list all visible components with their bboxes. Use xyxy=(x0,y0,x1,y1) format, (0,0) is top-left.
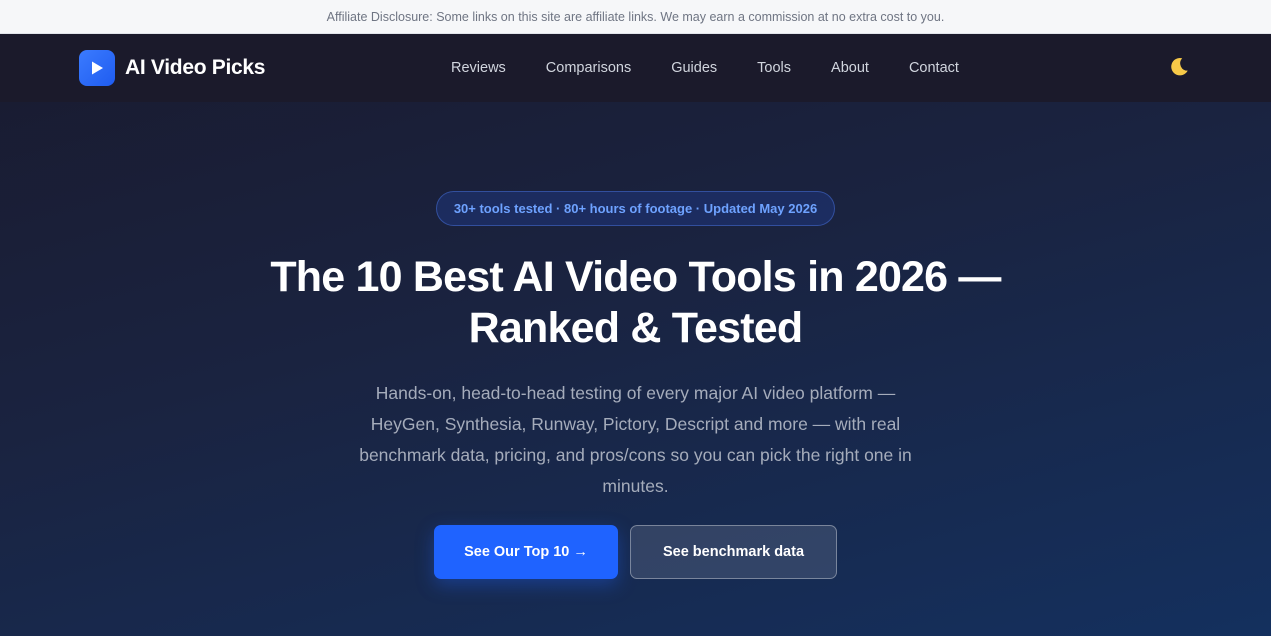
affiliate-disclosure-text: Affiliate Disclosure: Some links on this… xyxy=(326,9,945,24)
nav-link-comparisons[interactable]: Comparisons xyxy=(546,60,631,76)
play-icon xyxy=(79,50,115,86)
nav-link-contact[interactable]: Contact xyxy=(909,60,959,76)
affiliate-disclosure-bar: Affiliate Disclosure: Some links on this… xyxy=(0,0,1271,34)
cta-row: See Our Top 10 → See benchmark data xyxy=(434,525,837,579)
theme-toggle-button[interactable] xyxy=(1167,56,1191,80)
see-top-10-button[interactable]: See Our Top 10 → xyxy=(434,525,618,579)
nav-link-about[interactable]: About xyxy=(831,60,869,76)
site-header: AI Video Picks Reviews Comparisons Guide… xyxy=(0,34,1271,102)
hero-title: The 10 Best AI Video Tools in 2026 — Ran… xyxy=(270,253,1001,352)
nav-link-guides[interactable]: Guides xyxy=(671,60,717,76)
moon-icon xyxy=(1168,56,1190,81)
hero-section: 30+ tools tested · 80+ hours of footage … xyxy=(0,102,1271,579)
stats-badge: 30+ tools tested · 80+ hours of footage … xyxy=(435,191,836,226)
brand-logo-link[interactable]: AI Video Picks xyxy=(79,50,265,86)
nav-link-reviews[interactable]: Reviews xyxy=(451,60,506,76)
hero-subtitle: Hands-on, head-to-head testing of every … xyxy=(359,383,912,496)
main-nav: Reviews Comparisons Guides Tools About C… xyxy=(451,34,959,102)
see-benchmark-data-button[interactable]: See benchmark data xyxy=(630,525,837,579)
nav-link-tools[interactable]: Tools xyxy=(757,60,791,76)
brand-name: AI Video Picks xyxy=(125,56,266,79)
